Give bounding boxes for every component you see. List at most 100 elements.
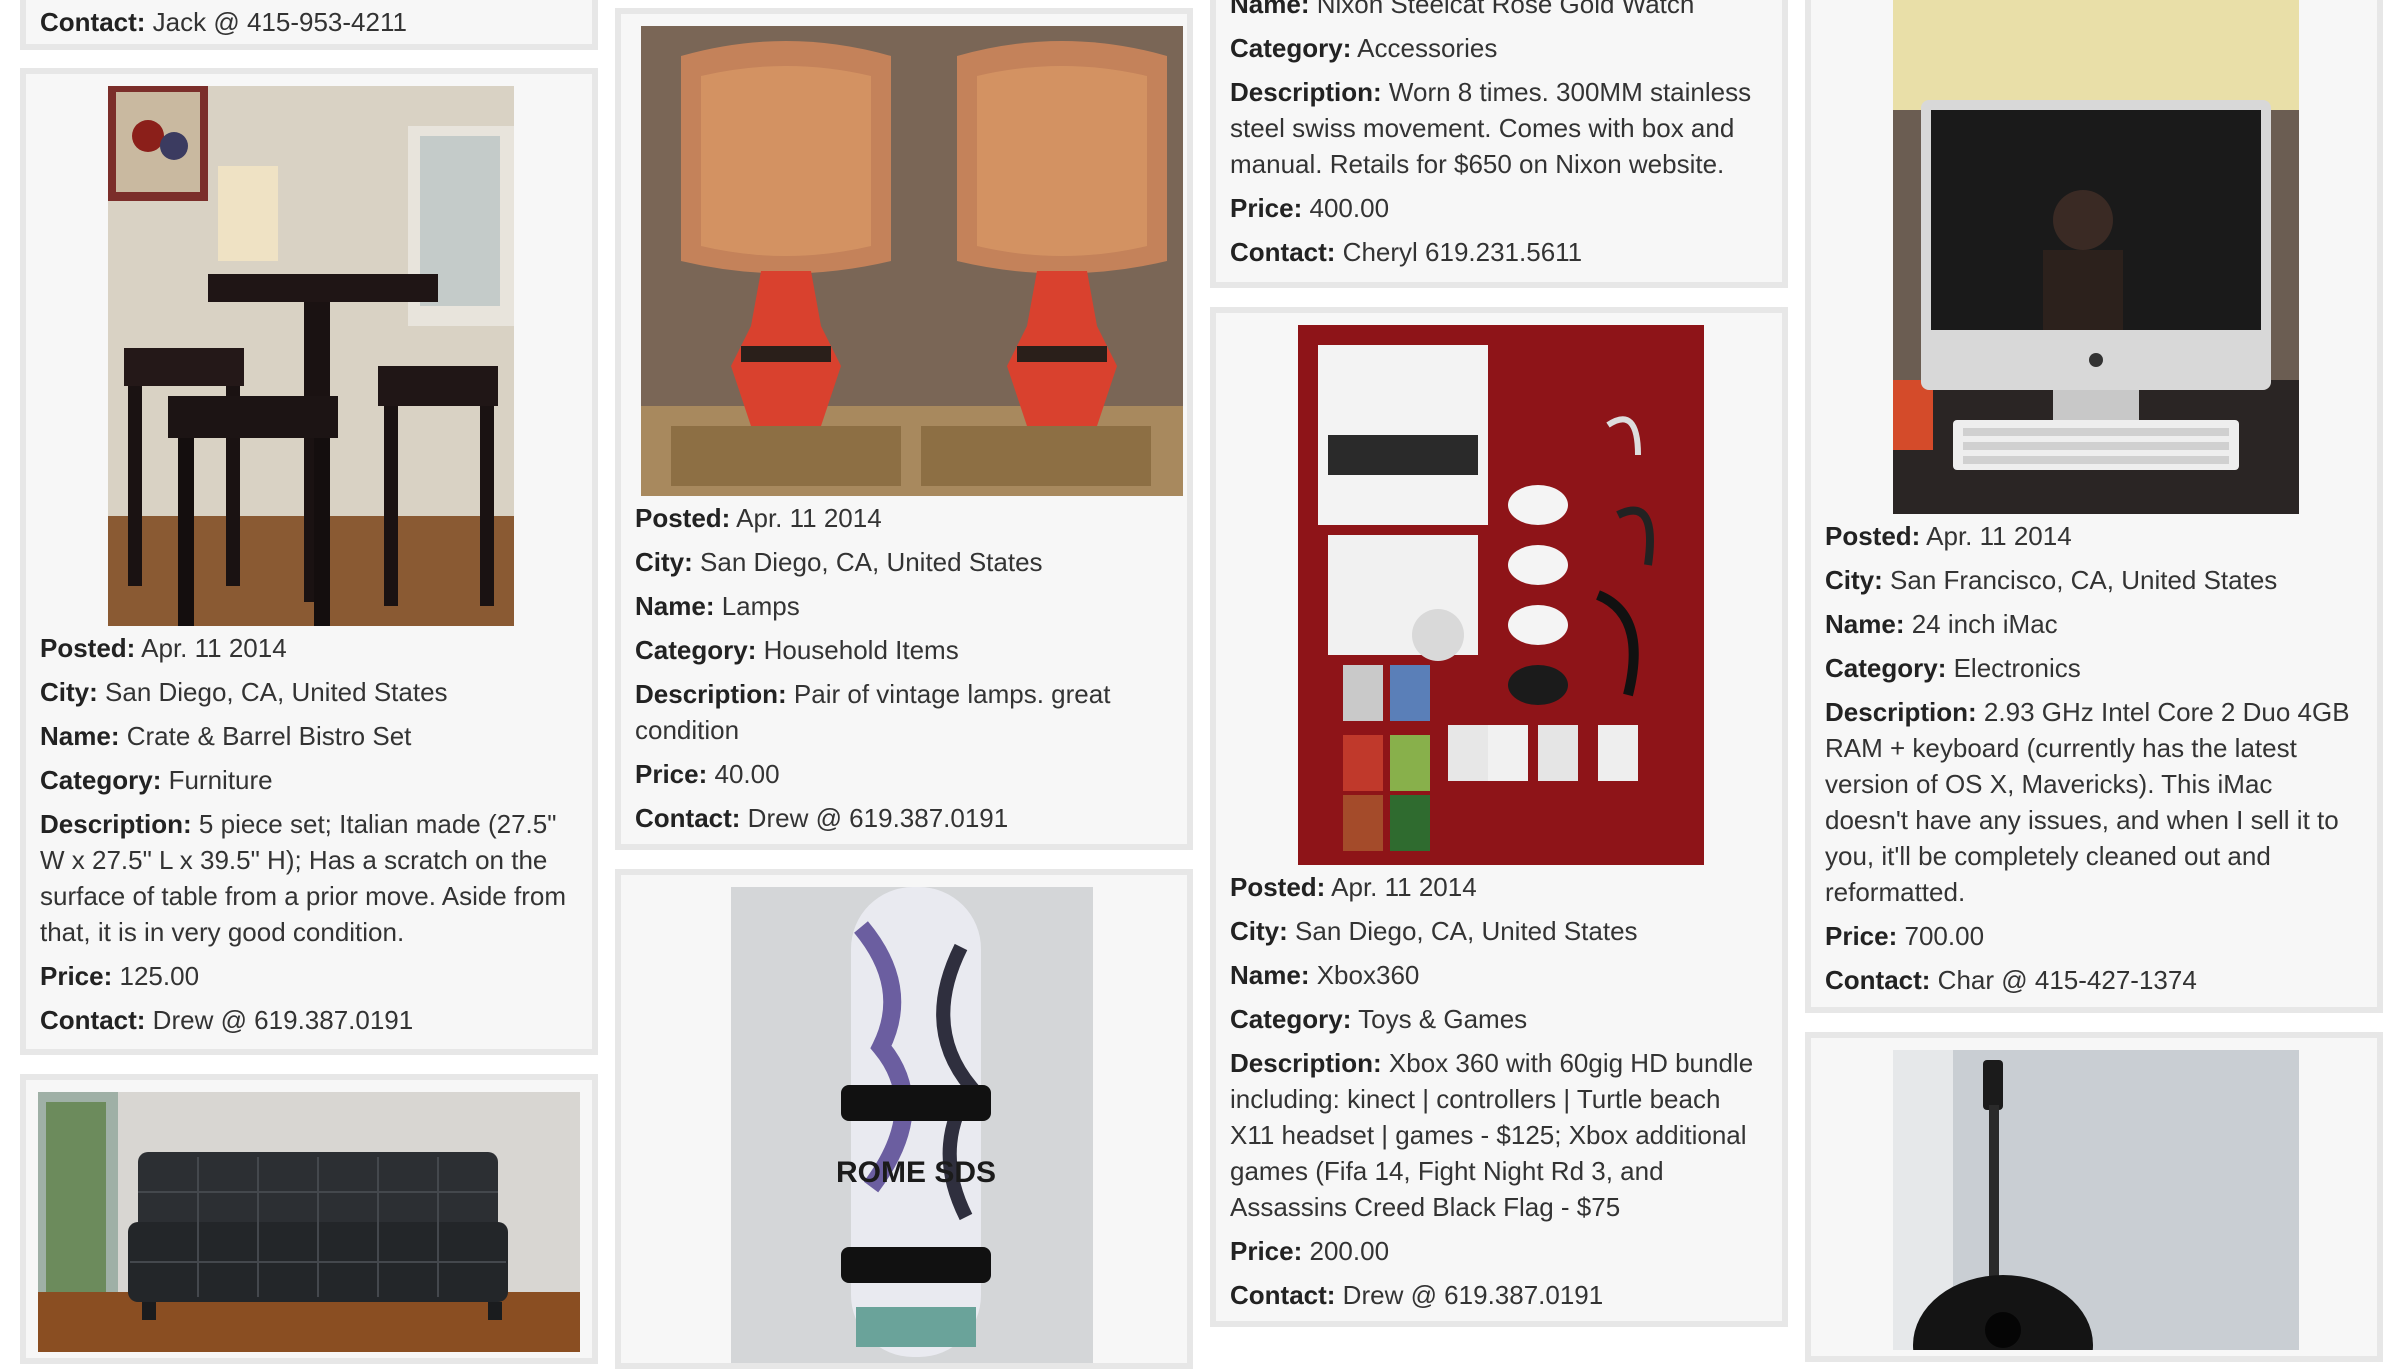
contact-label: Contact:: [1230, 237, 1336, 267]
city-value: San Diego, CA, United States: [700, 547, 1043, 577]
contact-row: Contact: Jack @ 415-953-4211: [40, 4, 572, 40]
price-row: Price: 200.00: [1230, 1233, 1762, 1269]
listing-card-snowboard[interactable]: ROME SDS: [615, 869, 1193, 1369]
contact-value: Drew @ 619.387.0191: [747, 803, 1009, 833]
contact-label: Contact:: [1230, 1280, 1336, 1310]
contact-value: Jack @ 415-953-4211: [152, 7, 407, 37]
name-label: Name:: [1825, 609, 1905, 639]
name-row: Name: Lamps: [635, 588, 1167, 624]
city-label: City:: [1825, 565, 1883, 595]
name-value: Crate & Barrel Bistro Set: [126, 721, 412, 751]
listing-card-lamps[interactable]: Posted: Apr. 11 2014 City: San Diego, CA…: [615, 8, 1193, 850]
posted-value: Apr. 11 2014: [1331, 872, 1477, 902]
posted-row: Posted: Apr. 11 2014: [40, 630, 572, 666]
bistro-set-image[interactable]: [108, 86, 514, 626]
price-row: Price: 400.00: [1230, 190, 1762, 226]
price-label: Price:: [1825, 921, 1898, 951]
posted-value: Apr. 11 2014: [141, 633, 287, 663]
name-label: Name:: [40, 721, 120, 751]
city-value: San Francisco, CA, United States: [1890, 565, 2278, 595]
listing-card-jack[interactable]: Contact: Jack @ 415-953-4211: [20, 0, 598, 50]
description-label: Description:: [1230, 77, 1382, 107]
contact-row: Contact: Cheryl 619.231.5611: [1230, 234, 1762, 270]
price-value: 700.00: [1904, 921, 1985, 951]
contact-value: Drew @ 619.387.0191: [1342, 1280, 1604, 1310]
xbox-image[interactable]: [1298, 325, 1704, 865]
listing-card-watch[interactable]: Name: Nixon Steelcat Rose Gold Watch Cat…: [1210, 0, 1788, 288]
price-value: 400.00: [1309, 193, 1390, 223]
listing-card-imac[interactable]: Posted: Apr. 11 2014 City: San Francisco…: [1805, 0, 2383, 1013]
listing-card-xbox360[interactable]: Posted: Apr. 11 2014 City: San Diego, CA…: [1210, 307, 1788, 1327]
posted-value: Apr. 11 2014: [736, 503, 882, 533]
listing-card-guitar[interactable]: [1805, 1032, 2383, 1362]
posted-row: Posted: Apr. 11 2014: [635, 500, 1167, 536]
name-row: Name: Crate & Barrel Bistro Set: [40, 718, 572, 754]
description-label: Description:: [1825, 697, 1977, 727]
posted-label: Posted:: [1230, 872, 1326, 902]
posted-value: Apr. 11 2014: [1926, 521, 2072, 551]
name-value: Lamps: [721, 591, 800, 621]
name-row: Name: 24 inch iMac: [1825, 606, 2357, 642]
city-label: City:: [1230, 916, 1288, 946]
name-label: Name:: [1230, 960, 1310, 990]
contact-value: Char @ 415-427-1374: [1937, 965, 2197, 995]
snowboard-image[interactable]: ROME SDS: [731, 887, 1093, 1363]
category-label: Category:: [1230, 1004, 1352, 1034]
imac-image[interactable]: [1893, 0, 2299, 514]
category-value: Electronics: [1953, 653, 2081, 683]
contact-label: Contact:: [40, 1005, 146, 1035]
city-row: City: San Francisco, CA, United States: [1825, 562, 2357, 598]
description-value: 2.93 GHz Intel Core 2 Duo 4GB RAM + keyb…: [1825, 697, 2350, 907]
name-value: 24 inch iMac: [1911, 609, 2058, 639]
description-label: Description:: [635, 679, 787, 709]
price-label: Price:: [635, 759, 708, 789]
posted-row: Posted: Apr. 11 2014: [1825, 518, 2357, 554]
category-row: Category: Furniture: [40, 762, 572, 798]
city-label: City:: [40, 677, 98, 707]
name-value: Nixon Steelcat Rose Gold Watch: [1316, 0, 1695, 19]
category-row: Category: Electronics: [1825, 650, 2357, 686]
category-label: Category:: [635, 635, 757, 665]
listing-card-bistro-set[interactable]: Posted: Apr. 11 2014 City: San Diego, CA…: [20, 68, 598, 1055]
lamps-image[interactable]: [641, 26, 1183, 496]
posted-label: Posted:: [1825, 521, 1921, 551]
contact-label: Contact:: [40, 7, 146, 37]
snowboard-brand-text: ROME SDS: [836, 1156, 996, 1189]
category-value: Household Items: [763, 635, 959, 665]
contact-row: Contact: Drew @ 619.387.0191: [40, 1002, 572, 1038]
city-row: City: San Diego, CA, United States: [1230, 913, 1762, 949]
price-label: Price:: [1230, 1236, 1303, 1266]
posted-row: Posted: Apr. 11 2014: [1230, 869, 1762, 905]
contact-value: Cheryl 619.231.5611: [1342, 237, 1583, 267]
guitar-image[interactable]: [1893, 1050, 2299, 1350]
contact-label: Contact:: [1825, 965, 1931, 995]
name-row: Name: Nixon Steelcat Rose Gold Watch: [1230, 0, 1762, 22]
name-row: Name: Xbox360: [1230, 957, 1762, 993]
price-value: 125.00: [119, 961, 200, 991]
contact-row: Contact: Drew @ 619.387.0191: [1230, 1277, 1762, 1313]
description-row: Description: Xbox 360 with 60gig HD bund…: [1230, 1045, 1762, 1225]
posted-label: Posted:: [635, 503, 731, 533]
description-label: Description:: [40, 809, 192, 839]
price-row: Price: 700.00: [1825, 918, 2357, 954]
description-row: Description: 2.93 GHz Intel Core 2 Duo 4…: [1825, 694, 2357, 910]
price-label: Price:: [1230, 193, 1303, 223]
name-label: Name:: [1230, 0, 1310, 19]
listing-card-sofa[interactable]: [20, 1074, 598, 1364]
category-label: Category:: [40, 765, 162, 795]
contact-value: Drew @ 619.387.0191: [152, 1005, 414, 1035]
contact-row: Contact: Char @ 415-427-1374: [1825, 962, 2357, 998]
description-row: Description: Worn 8 times. 300MM stainle…: [1230, 74, 1762, 182]
price-label: Price:: [40, 961, 113, 991]
category-row: Category: Toys & Games: [1230, 1001, 1762, 1037]
city-value: San Diego, CA, United States: [105, 677, 448, 707]
name-value: Xbox360: [1316, 960, 1420, 990]
city-value: San Diego, CA, United States: [1295, 916, 1638, 946]
description-row: Description: Pair of vintage lamps. grea…: [635, 676, 1167, 748]
price-row: Price: 125.00: [40, 958, 572, 994]
category-value: Accessories: [1357, 33, 1498, 63]
category-label: Category:: [1825, 653, 1947, 683]
sofa-image[interactable]: [38, 1092, 580, 1352]
description-row: Description: 5 piece set; Italian made (…: [40, 806, 572, 950]
posted-label: Posted:: [40, 633, 136, 663]
